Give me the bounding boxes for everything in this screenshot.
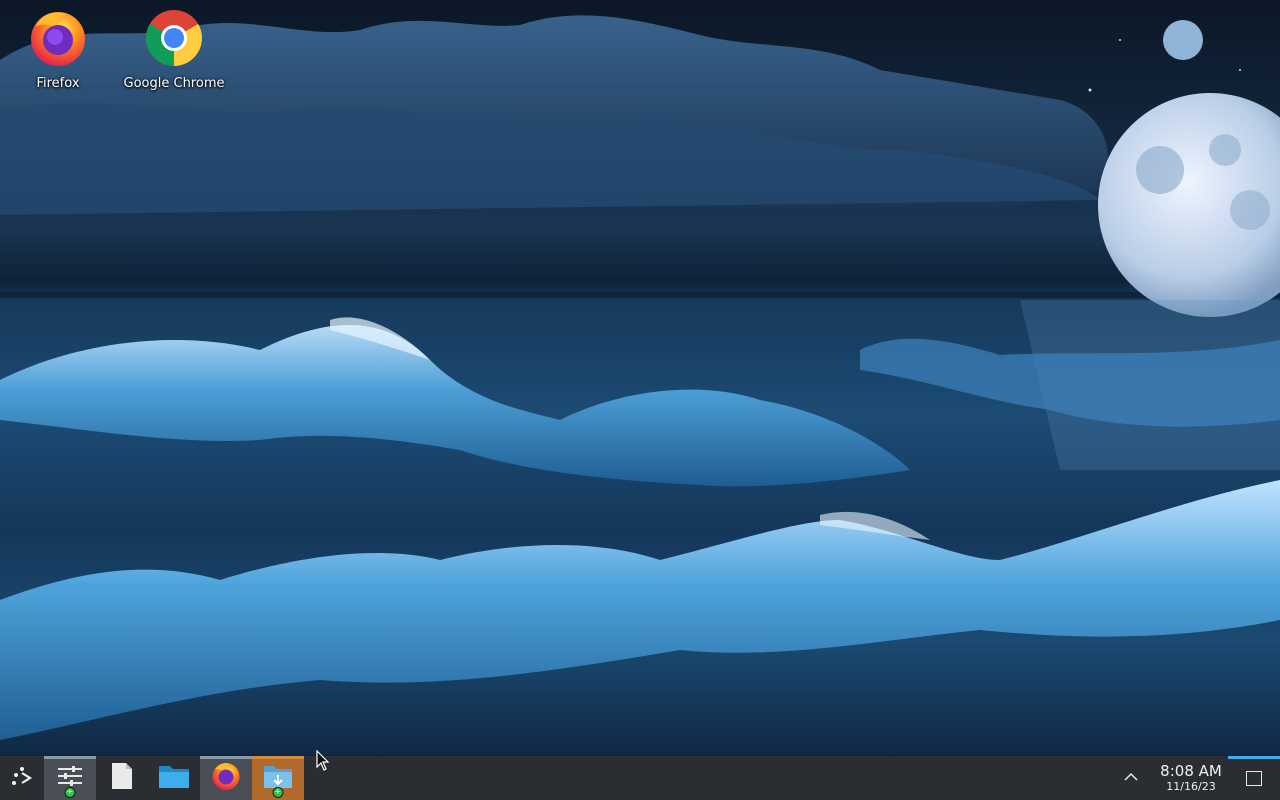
desktop-wallpaper — [0, 0, 1280, 756]
firefox-icon — [211, 761, 241, 795]
show-desktop-icon — [1246, 770, 1262, 786]
application-launcher-button[interactable] — [0, 756, 44, 800]
desktop-icon-label: Firefox — [36, 76, 80, 91]
clock-date: 11/16/23 — [1166, 780, 1216, 793]
firefox-icon — [28, 8, 88, 68]
desktop-icon-google-chrome[interactable]: Google Chrome — [118, 8, 230, 91]
new-indicator-badge — [64, 787, 76, 798]
chevron-up-icon — [1124, 770, 1138, 786]
taskbar — [0, 755, 1280, 800]
clock-time: 8:08 AM — [1160, 762, 1222, 780]
tray-expand-button[interactable] — [1116, 756, 1146, 800]
desktop-icon-firefox[interactable]: Firefox — [2, 8, 114, 91]
digital-clock[interactable]: 8:08 AM 11/16/23 — [1154, 762, 1228, 793]
taskbar-item-downloads-folder[interactable] — [252, 756, 304, 800]
taskbar-item-system-settings[interactable] — [44, 756, 96, 800]
mouse-pointer-icon — [316, 749, 330, 776]
taskbar-item-firefox[interactable] — [200, 756, 252, 800]
new-indicator-badge — [272, 787, 284, 798]
document-icon — [110, 762, 134, 794]
taskbar-item-text-editor[interactable] — [96, 756, 148, 800]
chrome-icon — [144, 8, 204, 68]
desktop-icon-label: Google Chrome — [123, 76, 225, 91]
folder-icon — [158, 763, 190, 793]
taskbar-item-file-manager[interactable] — [148, 756, 200, 800]
system-tray: 8:08 AM 11/16/23 — [1116, 756, 1280, 800]
show-desktop-button[interactable] — [1228, 756, 1280, 800]
launcher-icon — [10, 764, 34, 792]
